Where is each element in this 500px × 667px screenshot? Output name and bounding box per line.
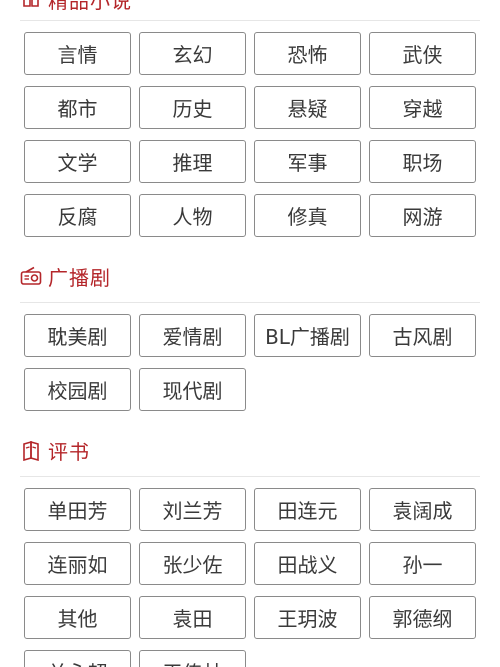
tag-kongbu[interactable]: 恐怖 (254, 32, 361, 75)
tag-dushi[interactable]: 都市 (24, 86, 131, 129)
tag-xiaoyuanju[interactable]: 校园剧 (24, 368, 131, 411)
section-divider-storytelling (20, 476, 480, 477)
tag-tian-lianyuan[interactable]: 田连元 (254, 488, 361, 531)
tag-bl-guangboju[interactable]: BL广播剧 (254, 314, 361, 357)
tag-wuxia[interactable]: 武侠 (369, 32, 476, 75)
tag-yanqing[interactable]: 言情 (24, 32, 131, 75)
tag-xiandaiju[interactable]: 现代剧 (139, 368, 246, 411)
section-title-storytelling: 评书 (48, 439, 90, 464)
tag-danmeiju[interactable]: 耽美剧 (24, 314, 131, 357)
tag-wangyou[interactable]: 网游 (369, 194, 476, 237)
tag-aiqingju[interactable]: 爱情剧 (139, 314, 246, 357)
tag-lian-liru[interactable]: 连丽如 (24, 542, 131, 585)
tag-grid-novels: 言情 玄幻 恐怖 武侠 都市 历史 悬疑 穿越 文学 推理 军事 职场 反腐 人… (24, 32, 476, 237)
tag-zhang-shaozuo[interactable]: 张少佐 (139, 542, 246, 585)
tag-chuanyue[interactable]: 穿越 (369, 86, 476, 129)
tag-zhichang[interactable]: 职场 (369, 140, 476, 183)
section-header-novels: 精品小说 (20, 0, 132, 13)
tag-junshi[interactable]: 军事 (254, 140, 361, 183)
tag-guo-degang[interactable]: 郭德纲 (369, 596, 476, 639)
tag-xiuzhen[interactable]: 修真 (254, 194, 361, 237)
category-page: 精品小说 言情 玄幻 恐怖 武侠 都市 历史 悬疑 穿越 文学 推理 军事 职场… (0, 0, 500, 667)
section-header-radio-drama: 广播剧 (20, 262, 111, 290)
tag-sun-yi[interactable]: 孙一 (369, 542, 476, 585)
tag-wenxue[interactable]: 文学 (24, 140, 131, 183)
tag-guan-yongchao[interactable]: 关永超 (24, 650, 131, 667)
tag-grid-storytelling: 单田芳 刘兰芳 田连元 袁阔成 连丽如 张少佐 田战义 孙一 其他 袁田 王玥波… (24, 488, 476, 667)
tag-lishi[interactable]: 历史 (139, 86, 246, 129)
tag-xuanyi[interactable]: 悬疑 (254, 86, 361, 129)
tag-liu-lanfang[interactable]: 刘兰芳 (139, 488, 246, 531)
tag-tian-zhanyi[interactable]: 田战义 (254, 542, 361, 585)
section-header-storytelling: 评书 (20, 436, 90, 464)
section-divider-novels (20, 20, 480, 21)
tag-xuanhuan[interactable]: 玄幻 (139, 32, 246, 75)
section-divider-radio-drama (20, 302, 480, 303)
tag-renwu[interactable]: 人物 (139, 194, 246, 237)
tag-wang-yuebo[interactable]: 王玥波 (254, 596, 361, 639)
radio-icon (20, 265, 42, 287)
tag-qita[interactable]: 其他 (24, 596, 131, 639)
tag-grid-radio-drama: 耽美剧 爱情剧 BL广播剧 古风剧 校园剧 现代剧 (24, 314, 476, 411)
tag-wang-chuanlin[interactable]: 王传林 (139, 650, 246, 667)
tag-tuili[interactable]: 推理 (139, 140, 246, 183)
tag-fanfu[interactable]: 反腐 (24, 194, 131, 237)
section-title-radio-drama: 广播剧 (48, 265, 111, 290)
tag-yuan-tian[interactable]: 袁田 (139, 596, 246, 639)
tag-gufengju[interactable]: 古风剧 (369, 314, 476, 357)
section-title-novels: 精品小说 (48, 0, 132, 13)
tag-yuan-kuocheng[interactable]: 袁阔成 (369, 488, 476, 531)
book-icon (20, 0, 42, 10)
storytelling-icon (20, 439, 42, 461)
tag-dan-tianfang[interactable]: 单田芳 (24, 488, 131, 531)
